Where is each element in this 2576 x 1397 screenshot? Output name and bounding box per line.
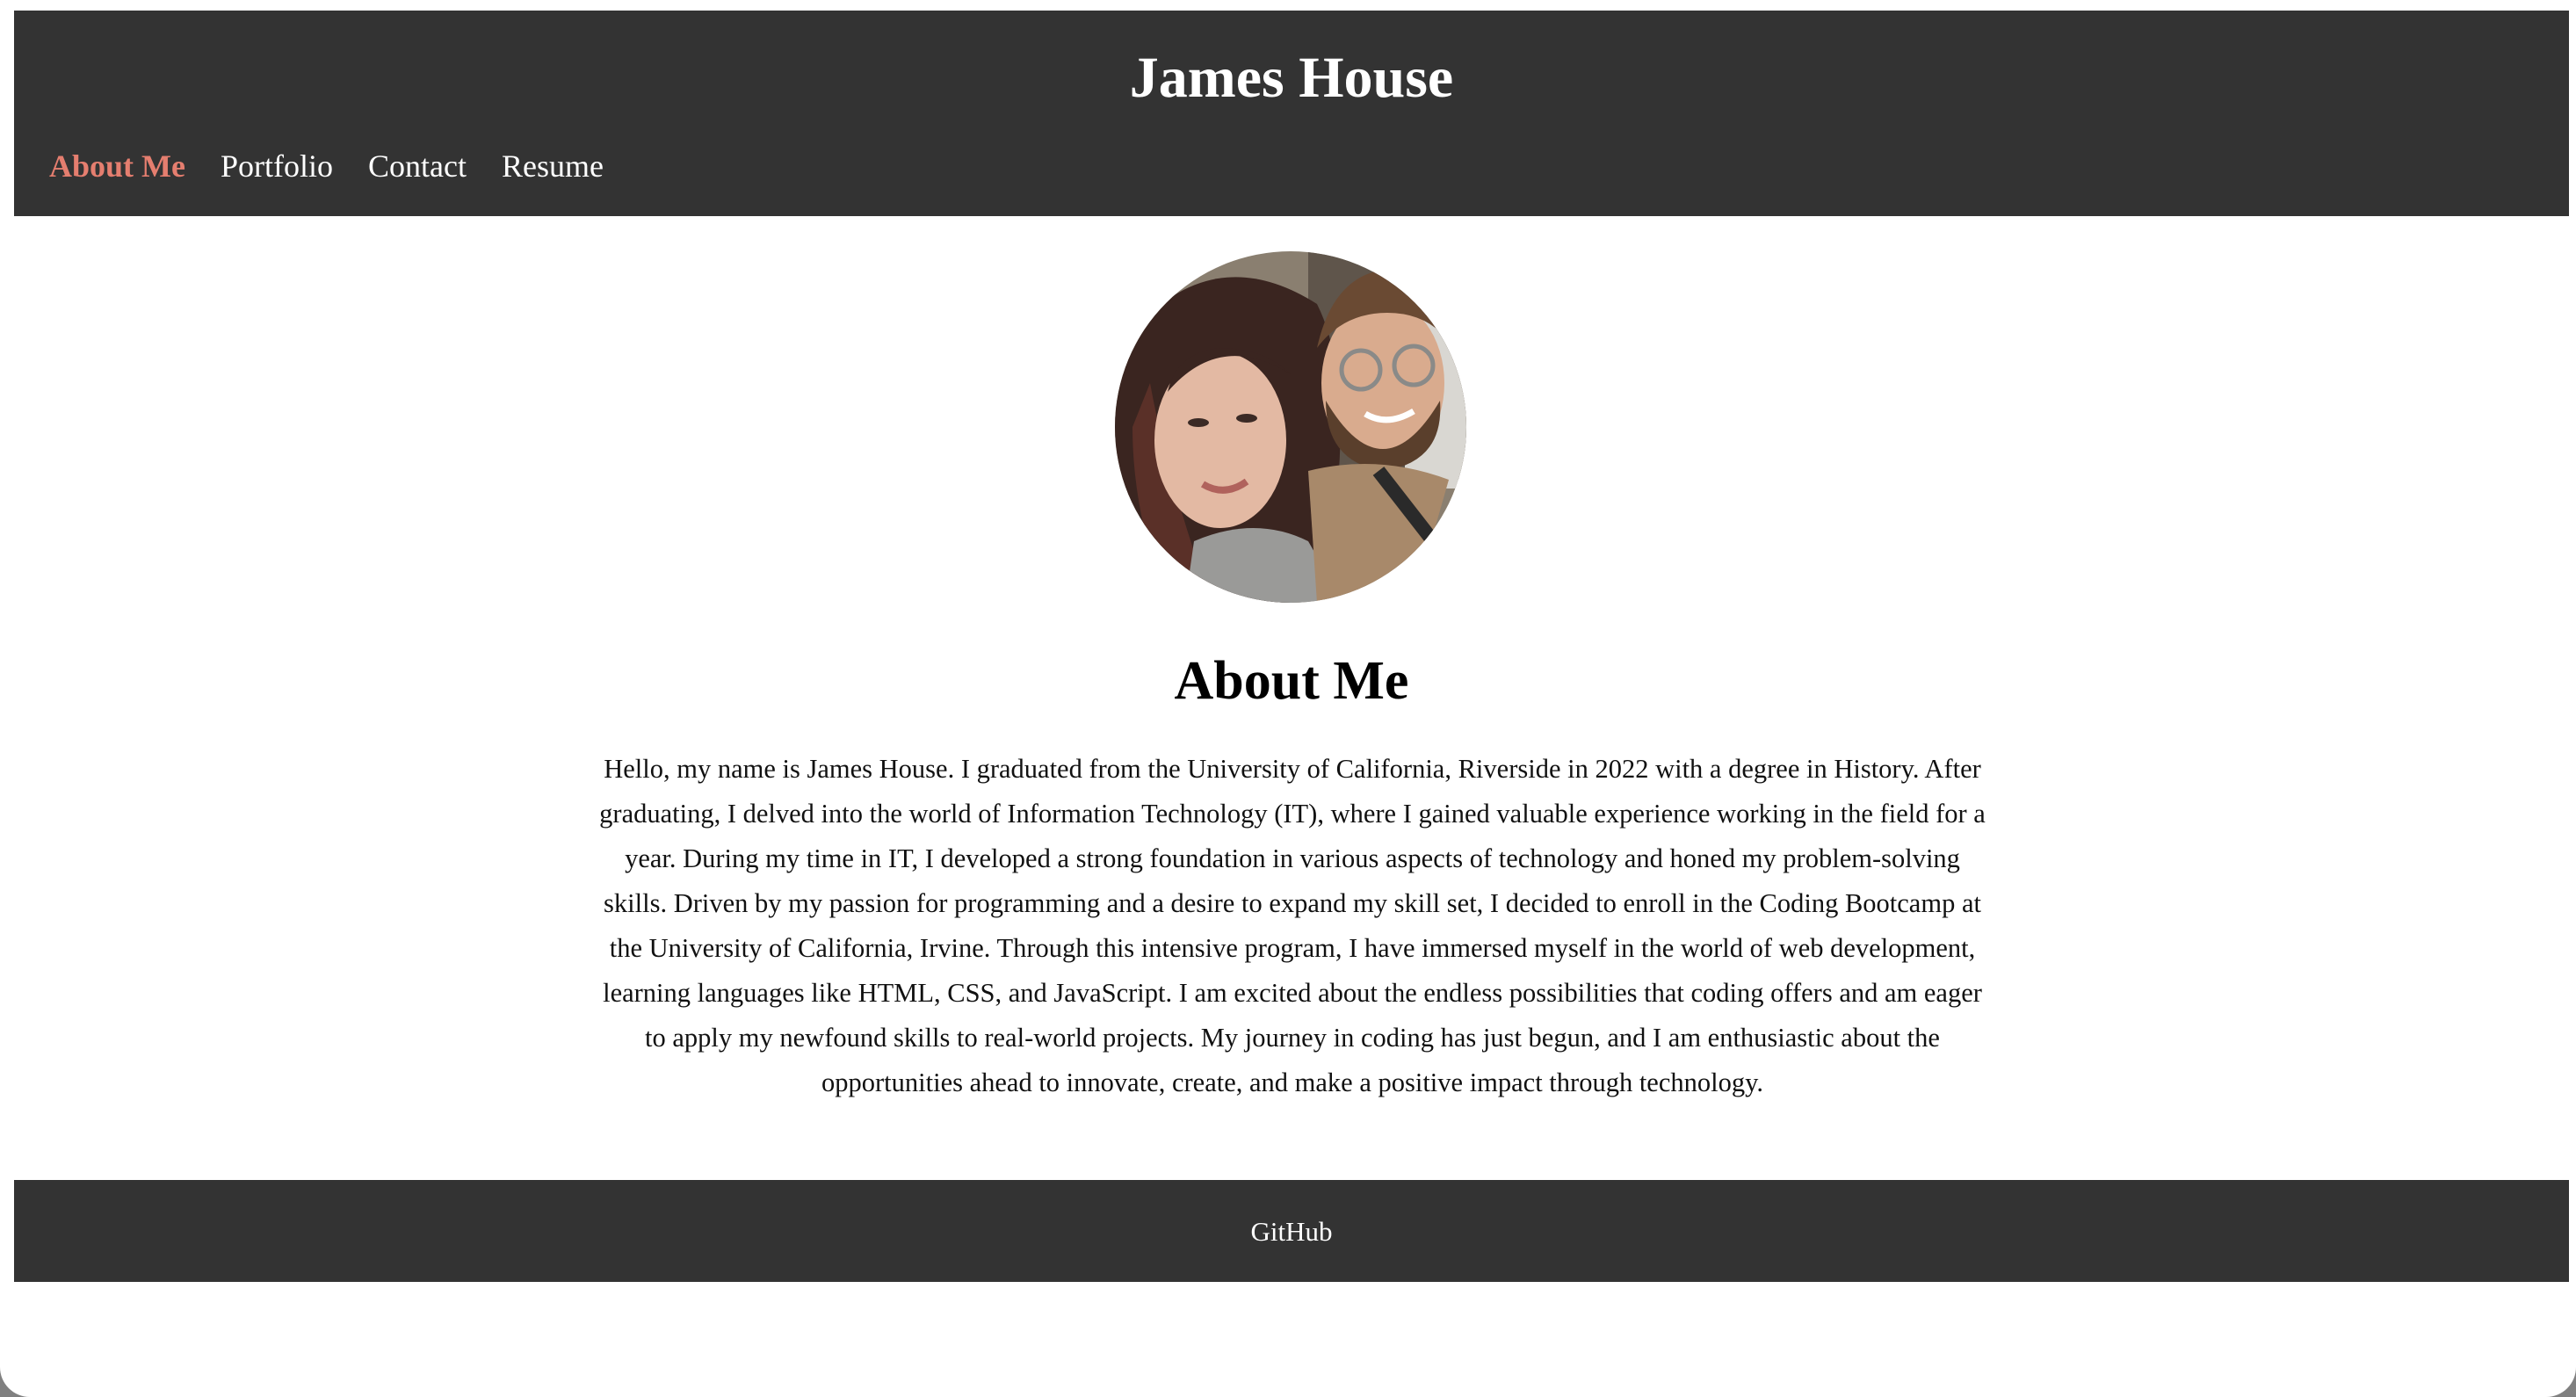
nav-link-portfolio[interactable]: Portfolio: [221, 148, 333, 185]
nav-link-about-me[interactable]: About Me: [49, 148, 185, 185]
main-nav: About Me Portfolio Contact Resume: [49, 148, 604, 185]
site-header: James House About Me Portfolio Contact R…: [14, 11, 2569, 216]
site-title: James House: [1129, 46, 1454, 110]
profile-photo: [1115, 251, 1466, 603]
page: James House About Me Portfolio Contact R…: [14, 11, 2569, 1282]
github-link[interactable]: GitHub: [14, 1216, 2569, 1247]
site-footer: GitHub: [14, 1180, 2569, 1282]
bio-paragraph: Hello, my name is James House. I graduat…: [599, 754, 1986, 1097]
nav-link-resume[interactable]: Resume: [502, 148, 604, 185]
about-heading: About Me: [1174, 651, 1409, 711]
about-section: About Me Hello, my name is James House. …: [14, 216, 2569, 1180]
nav-link-contact[interactable]: Contact: [368, 148, 467, 185]
browser-viewport: James House About Me Portfolio Contact R…: [0, 0, 2576, 1397]
